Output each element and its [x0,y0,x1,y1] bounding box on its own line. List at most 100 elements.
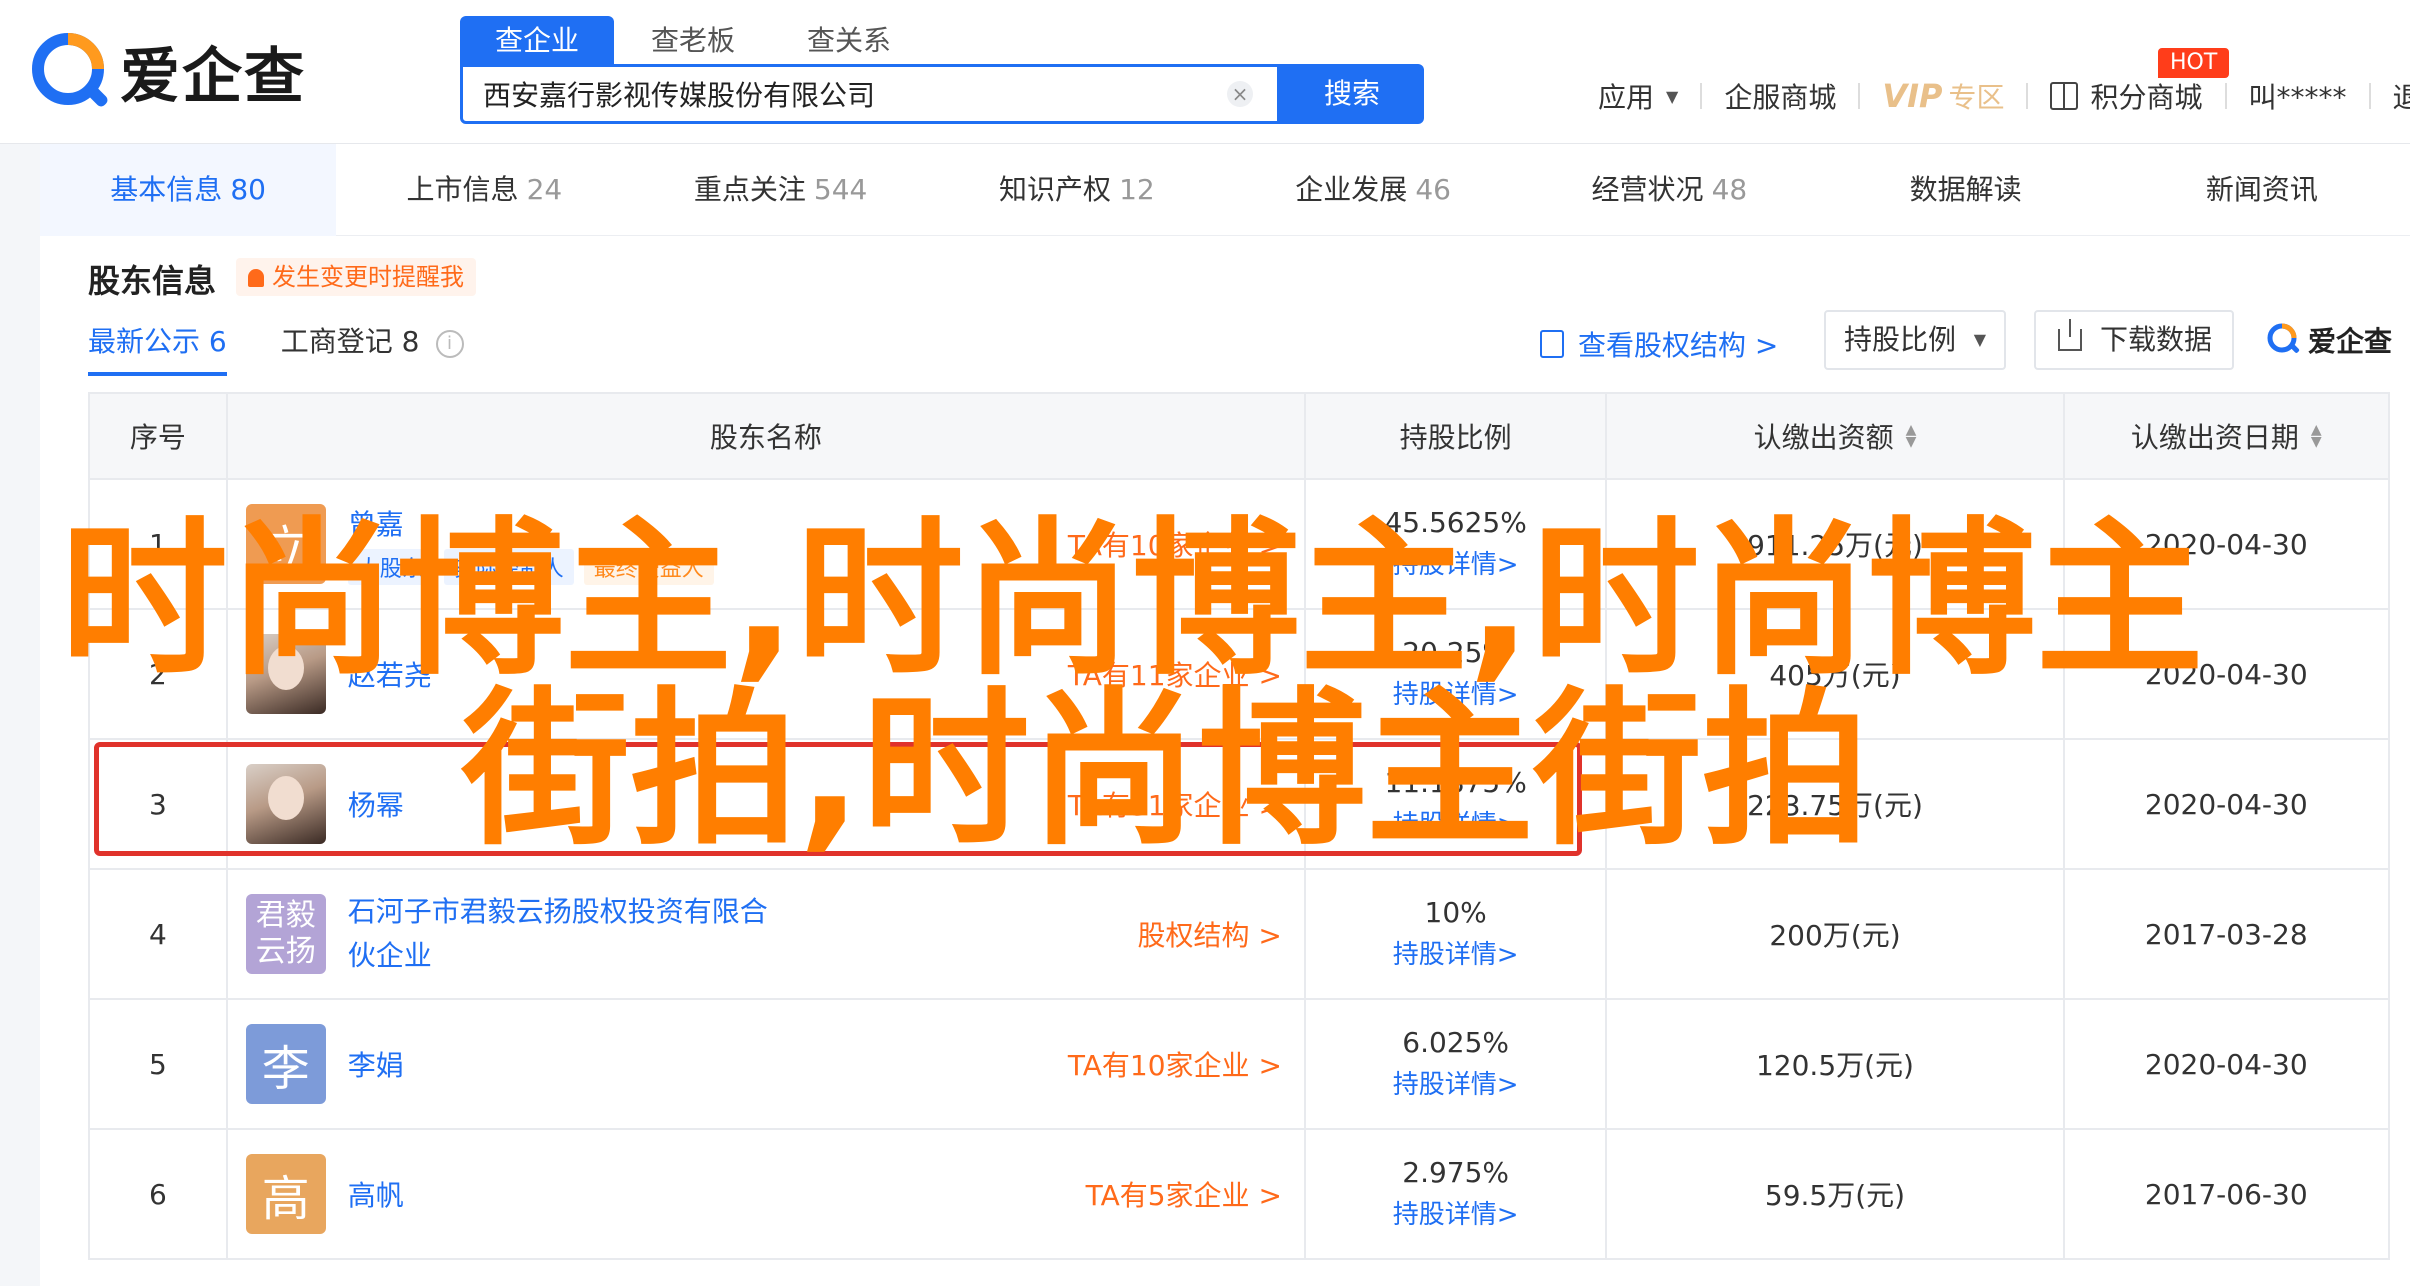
table-row: 2 赵若尧 TA有11家企业 > 20.25% 持股详情> 405万(元) 20… [90,608,2388,738]
change-alert-button[interactable]: 发生变更时提醒我 [236,258,476,296]
equity-link-label: 查看股权结构 > [1578,329,1779,362]
equity-structure-link[interactable]: 股权结构 > [1138,870,1282,998]
associated-companies-link[interactable]: TA有10家企业 > [1068,480,1282,608]
nav-divider [1700,83,1703,109]
vip-zone-label: 专区 [1948,81,2005,114]
date-cell: 2020-04-30 [2062,480,2388,608]
shareholder-cell: 君毅云扬 石河子市君毅云扬股权投资有限合伙企业 股权结构 > [225,870,1304,998]
top-nav: 应用 ▼ 企服商城 VIP 专区 积分商城 叫***** 退出 [1598,76,2410,116]
shareholder-table: 序号 股东名称 持股比例 认缴出资额 ▲ ▼ 认缴出资日期 ▲ ▼ 1 立 曾嘉 大股东… [88,392,2390,1260]
subtab-count: 6 [208,325,227,358]
tab-count: 80 [230,173,266,206]
holding-detail-link[interactable]: 持股详情> [1393,1064,1519,1106]
table-header-row: 序号 股东名称 持股比例 认缴出资额 ▲ ▼ 认缴出资日期 ▲ ▼ [90,394,2388,478]
header-date-label: 认缴出资日期 [2130,421,2299,454]
shareholder-cell: 赵若尧 TA有11家企业 > [225,610,1304,738]
date-cell: 2020-04-30 [2062,740,2388,868]
nav-enterprise-mall[interactable]: 企服商城 [1724,76,1836,116]
shareholder-name-link[interactable]: 赵若尧 [348,654,432,694]
associated-companies-link[interactable]: TA有31家企业 > [1068,740,1282,868]
nav-points-mall[interactable]: 积分商城 [2050,76,2203,116]
shareholder-name-link[interactable]: 高帆 [348,1174,404,1214]
tab-basic-info[interactable]: 基本信息 80 [40,144,337,236]
nav-divider [2368,83,2371,109]
tag: 最终受益人 [583,549,714,585]
nav-user[interactable]: 叫***** [2249,76,2347,116]
search-input[interactable] [483,67,1183,121]
tab-count: 544 [813,173,868,206]
search-tab-boss[interactable]: 查老板 [616,16,770,66]
logo-magnifier-icon [32,32,108,106]
table-row: 6 高 高帆 TA有5家企业 > 2.975% 持股详情> 59.5万(元) 2… [90,1128,2388,1258]
date-cell: 2017-06-30 [2062,1130,2388,1258]
tab-label: 新闻资讯 [2205,173,2318,206]
tab-count: 12 [1119,173,1155,206]
tab-count: 24 [526,173,563,206]
search-tab-company[interactable]: 查企业 [460,16,614,66]
holding-detail-link[interactable]: 持股详情> [1393,544,1519,586]
shareholder-name-link[interactable]: 曾嘉 [348,503,724,543]
ratio-sort-dropdown[interactable]: 持股比例 ▼ [1824,310,2006,370]
ratio-cell: 45.5625% 持股详情> [1303,480,1605,608]
header-date[interactable]: 认缴出资日期 ▲ ▼ [2062,394,2388,478]
associated-companies-link[interactable]: TA有10家企业 > [1068,1000,1282,1128]
row-index: 1 [148,527,167,561]
tab-count: 46 [1415,173,1451,206]
bell-icon [248,269,264,287]
nav-logout[interactable]: 退出 [2393,76,2410,116]
search-tab-relation[interactable]: 查关系 [772,16,926,66]
nav-divider [1858,83,1861,109]
download-data-button[interactable]: 下载数据 [2034,310,2234,370]
view-equity-structure-link[interactable]: 查看股权结构 > [1540,324,1778,364]
holding-detail-link[interactable]: 持股详情> [1393,804,1519,846]
header-index: 序号 [129,421,186,454]
ratio-cell: 20.25% 持股详情> [1303,610,1605,738]
subtab-latest[interactable]: 最新公示 6 [88,320,227,376]
nav-divider [2224,83,2227,109]
clear-icon[interactable]: × [1227,81,1253,107]
tab-data-insight[interactable]: 数据解读 [1818,144,2114,236]
row-index: 4 [148,917,167,951]
subtab-count: 8 [401,325,420,358]
info-icon[interactable]: i [435,330,464,358]
holding-detail-link[interactable]: 持股详情> [1393,1194,1519,1236]
tab-key-focus[interactable]: 重点关注 544 [633,144,929,236]
tab-operations[interactable]: 经营状况 48 [1521,144,1817,236]
associated-companies-link[interactable]: TA有5家企业 > [1086,1130,1282,1258]
amount-cell: 911.25万(元) [1605,480,2062,608]
avatar: 君毅云扬 [245,894,326,974]
tab-listing-info[interactable]: 上市信息 24 [336,144,632,236]
shareholder-name-link[interactable]: 石河子市君毅云扬股权投资有限合伙企业 [348,890,768,978]
logo-magnifier-icon [2267,323,2300,353]
shareholder-name-link[interactable]: 李娟 [348,1044,404,1084]
holding-detail-link[interactable]: 持股详情> [1393,674,1519,716]
tab-development[interactable]: 企业发展 46 [1225,144,1521,236]
caret-down-icon: ▼ [1666,86,1679,106]
avatar-photo [245,634,326,714]
row-index: 5 [148,1047,167,1081]
subtab-label: 最新公示 [88,325,201,358]
row-index: 2 [148,657,167,691]
shareholder-cell: 立 曾嘉 大股东 实际控制人 最终受益人 TA有10家企业 > [225,480,1304,608]
subtab-registration[interactable]: 工商登记 8i [281,320,464,376]
tag: 大股东 [347,549,434,585]
site-logo[interactable]: 爱企查 [28,28,306,115]
gift-icon [2050,82,2079,110]
vip-label: VIP [1882,77,1943,115]
ratio-value: 45.5625% [1384,506,1527,539]
holding-detail-link[interactable]: 持股详情> [1393,934,1519,976]
alert-label: 发生变更时提醒我 [272,263,464,291]
amount-cell: 59.5万(元) [1605,1130,2062,1258]
sort-icon: ▲ ▼ [2310,422,2322,450]
tab-news[interactable]: 新闻资讯 [2114,144,2410,236]
shareholder-name-link[interactable]: 杨幂 [348,784,404,824]
points-mall-label: 积分商城 [2090,81,2203,114]
ratio-value: 11.1875% [1384,766,1527,799]
nav-vip-zone[interactable]: VIP 专区 [1882,76,2004,116]
nav-apps[interactable]: 应用 ▼ [1598,76,1678,116]
header-amount[interactable]: 认缴出资额 ▲ ▼ [1605,394,2062,478]
search-button[interactable]: 搜索 [1280,64,1424,124]
associated-companies-link[interactable]: TA有11家企业 > [1068,610,1282,738]
shareholder-cell: 杨幂 TA有31家企业 > [225,740,1304,868]
tab-ip[interactable]: 知识产权 12 [929,144,1225,236]
